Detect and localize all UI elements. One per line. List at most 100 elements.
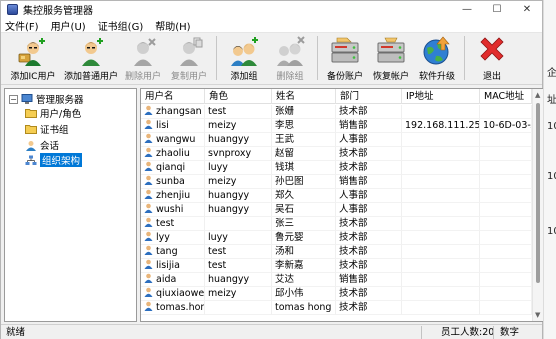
menu-cert-group[interactable]: 证书组(G) [98, 18, 144, 33]
menu-help[interactable]: 帮助(H) [155, 18, 190, 33]
table-row[interactable]: aida huangyy 艾达 销售部 [141, 273, 532, 287]
cell-text: meizy [208, 288, 237, 299]
table-row[interactable]: qiuxiaowei meizy 邱小伟 技术部 [141, 287, 532, 301]
table-cell [402, 203, 480, 217]
tree-item-user-role[interactable]: 用户/角色 [25, 106, 81, 120]
table-cell: 张三 [272, 217, 336, 231]
delete-group-button[interactable]: 删除组 [267, 33, 313, 83]
table-row[interactable]: wangwu huangyy 王武 人事部 [141, 133, 532, 147]
table-row[interactable]: wushi huangyy 吴石 人事部 [141, 203, 532, 217]
delete-user-button[interactable]: 删除用户 [120, 33, 166, 83]
table-cell: 技术部 [336, 217, 402, 231]
scrollbar-thumb[interactable] [536, 103, 540, 283]
menu-file[interactable]: 文件(F) [5, 18, 39, 33]
table-cell: luyy [205, 161, 272, 175]
collapse-icon[interactable]: − [9, 94, 18, 104]
table-cell: lisijia [141, 259, 205, 273]
server-icon [21, 93, 33, 105]
table-row[interactable]: lisijia test 李新嘉 技术部 [141, 259, 532, 273]
cell-text: lyy [156, 232, 170, 243]
title-bar: 集控服务管理器 — ☐ ✕ [1, 1, 542, 18]
table-row[interactable]: sunba meizy 孙巴图 销售部 [141, 175, 532, 189]
table-row[interactable]: zhaoliu svnproxy 赵留 技术部 [141, 147, 532, 161]
menu-user[interactable]: 用户(U) [51, 18, 86, 33]
add-user-button[interactable]: 添加普通用户 [62, 33, 120, 83]
minimize-button[interactable]: — [452, 1, 482, 18]
user-copy-icon [173, 35, 205, 67]
restore-account-button[interactable]: 恢复帐户 [368, 33, 414, 83]
cell-text: 李思 [275, 120, 295, 131]
table-cell: huangyy [205, 203, 272, 217]
table-row[interactable]: test 张三 技术部 [141, 217, 532, 231]
user-icon [144, 273, 153, 283]
close-button[interactable]: ✕ [512, 1, 542, 18]
table-cell: huangyy [205, 133, 272, 147]
group-add-icon [228, 35, 260, 67]
table-row[interactable]: tomas.hong tomas hong 技术部 [141, 301, 532, 315]
tree-item-cert-group[interactable]: 证书组 [25, 122, 69, 136]
cell-text: huangyy [208, 190, 250, 201]
maximize-button[interactable]: ☐ [482, 1, 512, 18]
user-icon [144, 133, 153, 143]
cell-text: 销售部 [339, 176, 368, 187]
tree-item-label: 证书组 [40, 125, 69, 136]
scroll-up-icon[interactable]: ▲ [535, 91, 540, 99]
table-cell [480, 245, 532, 259]
table-row[interactable]: lisi meizy 李思 销售部 192.168.111.25510-6D-03-AE… [141, 119, 532, 133]
column-header-ip[interactable]: IP地址 [402, 89, 480, 104]
column-header-role[interactable]: 角色 [205, 89, 272, 104]
table-row[interactable]: qianqi luyy 钱琪 技术部 [141, 161, 532, 175]
tree-root-label: 管理服务器 [36, 95, 84, 106]
column-header-mac[interactable]: MAC地址 [480, 89, 532, 104]
table-cell: 赵留 [272, 147, 336, 161]
exit-button[interactable]: 退出 [469, 33, 515, 83]
window-title: 集控服务管理器 [23, 6, 93, 17]
upgrade-icon [421, 35, 453, 67]
table-cell: 王武 [272, 133, 336, 147]
backup-account-button[interactable]: 备份账户 [322, 33, 368, 83]
column-header-username[interactable]: 用户名 [141, 89, 205, 104]
cell-text: 技术部 [339, 288, 368, 299]
tree-item-session[interactable]: 会话 [25, 138, 59, 152]
cell-text: huangyy [208, 134, 250, 145]
menu-bar: 文件(F) 用户(U) 证书组(G) 帮助(H) [1, 18, 542, 33]
edge-text: 10 [547, 121, 556, 132]
cell-text: 汤和 [275, 246, 295, 257]
table-cell [480, 133, 532, 147]
column-header-department[interactable]: 部门 [336, 89, 402, 104]
vertical-scrollbar[interactable]: ▲ ▼ [532, 89, 543, 321]
table-cell: 销售部 [336, 273, 402, 287]
table-cell: 技术部 [336, 259, 402, 273]
software-upgrade-button[interactable]: 软件升级 [414, 33, 460, 83]
tree-item-org-structure[interactable]: 组织架构 [25, 153, 83, 167]
table-cell [402, 133, 480, 147]
app-icon [7, 4, 18, 15]
table-cell: qiuxiaowei [141, 287, 205, 301]
user-icon [144, 301, 153, 311]
table-cell: meizy [205, 119, 272, 133]
table-row[interactable]: zhenjiu huangyy 郑久 人事部 [141, 189, 532, 203]
table-cell: 技术部 [336, 301, 402, 315]
session-icon [25, 140, 37, 151]
table-row[interactable]: zhangsan test 张姗 技术部 [141, 105, 532, 119]
table-row[interactable]: tang test 汤和 技术部 [141, 245, 532, 259]
cell-text: huangyy [208, 274, 250, 285]
add-ic-user-button[interactable]: 添加IC用户 [4, 33, 62, 83]
toolbar-label: 软件升级 [418, 72, 455, 82]
table-cell: huangyy [205, 189, 272, 203]
table-cell [480, 161, 532, 175]
copy-user-button[interactable]: 复制用户 [166, 33, 212, 83]
scroll-down-icon[interactable]: ▼ [535, 311, 540, 319]
cell-text: 技术部 [339, 162, 368, 173]
cell-text: test [208, 106, 227, 117]
tree-root[interactable]: − 管理服务器 [9, 92, 84, 106]
cell-text: 销售部 [339, 120, 368, 131]
cell-text: 人事部 [339, 134, 368, 145]
table-cell [402, 259, 480, 273]
add-group-button[interactable]: 添加组 [221, 33, 267, 83]
column-header-name[interactable]: 姓名 [272, 89, 336, 104]
table-row[interactable]: lyy luyy 鲁元婴 技术部 [141, 231, 532, 245]
tree-item-label: 用户/角色 [40, 109, 82, 120]
table-cell: 销售部 [336, 175, 402, 189]
table-cell: tomas.hong [141, 301, 205, 315]
